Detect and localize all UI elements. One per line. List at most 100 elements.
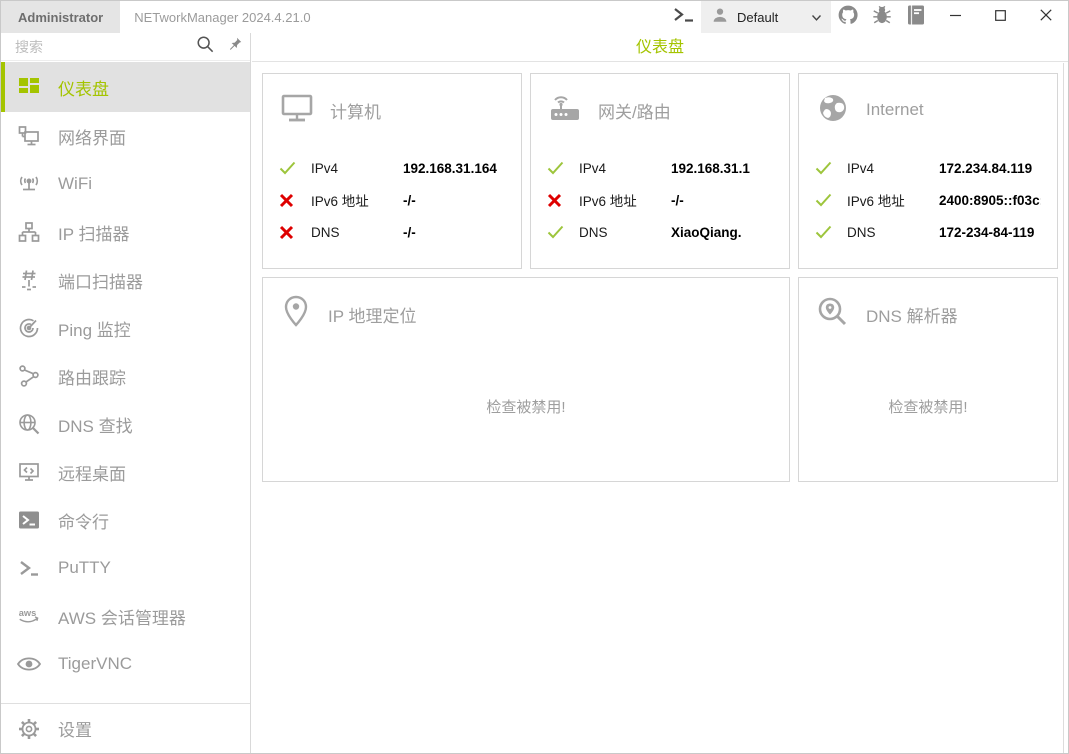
ping-monitor-icon [16,315,42,341]
gear-icon [16,716,42,742]
check-icon [279,161,299,175]
sidebar-item-dns-lookup[interactable]: DNS 查找 [1,400,250,448]
documentation-button[interactable] [899,1,933,33]
card-title: IP 地理定位 [328,302,416,327]
info-row: IPv4 192.168.31.1 [547,152,773,184]
info-row: IPv6 地址 -/- [279,184,505,216]
sidebar-item-label: TigerVNC [58,654,132,674]
titlebar: Administrator NETworkManager 2024.4.21.0… [1,1,1068,33]
profile-dropdown[interactable]: Default [701,1,831,33]
profile-selected-value: Default [737,10,804,25]
sidebar-item-label: 仪表盘 [58,75,109,100]
dashboard-icon [16,74,42,100]
check-icon [547,161,567,175]
dns-resolver-icon [815,294,851,335]
internet-card: Internet IPv4 172.234.84.119 IPv6 地址 240… [798,73,1058,269]
traceroute-icon [16,363,42,389]
search-input[interactable] [15,39,196,55]
bug-icon [871,4,893,31]
info-row: DNS XiaoQiang. [547,216,773,248]
remote-desktop-icon [16,459,42,485]
search-bar [1,33,250,61]
globe-icon [815,91,851,130]
sidebar-item-powershell[interactable]: 命令行 [1,496,250,544]
info-row: IPv6 地址 -/- [547,184,773,216]
sidebar-item-label: DNS 查找 [58,412,133,437]
sidebar-item-network-interface[interactable]: 网络界面 [1,112,250,160]
sidebar-item-port-scanner[interactable]: 端口扫描器 [1,256,250,304]
card-title: 计算机 [330,98,381,123]
check-disabled-message: 检查被禁用! [263,396,789,417]
maximize-button[interactable] [978,1,1023,33]
sidebar-item-traceroute[interactable]: 路由跟踪 [1,352,250,400]
minimize-button[interactable] [933,1,978,33]
app-title: NETworkManager 2024.4.21.0 [134,1,310,33]
sidebar-item-label: 远程桌面 [58,460,126,485]
sidebar-item-label: 端口扫描器 [58,268,143,293]
sidebar: 仪表盘 网络界面 WiFi IP 扫描器 [1,33,251,753]
sidebar-item-aws-session-manager[interactable]: aws AWS 会话管理器 [1,592,250,640]
sidebar-item-label: AWS 会话管理器 [58,604,186,629]
router-icon [547,91,583,130]
cross-icon [279,193,299,208]
card-title: DNS 解析器 [866,302,958,327]
search-icon[interactable] [196,35,214,58]
terminal-icon [673,7,695,28]
info-row: IPv4 172.234.84.119 [815,152,1041,184]
sidebar-item-label: 设置 [58,716,92,741]
location-pin-icon [279,294,313,335]
check-icon [815,225,835,239]
github-icon [837,4,859,31]
check-icon [547,225,567,239]
check-icon [815,161,835,175]
check-icon [815,193,835,207]
info-row: IPv4 192.168.31.164 [279,152,505,184]
sidebar-item-label: WiFi [58,174,92,194]
chevron-down-icon [812,8,821,26]
info-row: IPv6 地址 2400:8905::f03c: [815,184,1041,216]
terminal-button[interactable] [667,1,701,33]
svg-text:aws: aws [19,608,37,618]
sidebar-item-label: 网络界面 [58,124,126,149]
cross-icon [279,225,299,240]
close-button[interactable] [1023,1,1068,33]
maximize-icon [995,8,1006,26]
ip-geolocation-card: IP 地理定位 检查被禁用! [262,277,790,482]
wifi-icon [16,171,42,197]
close-icon [1040,8,1052,26]
aws-icon: aws [16,603,42,629]
page-title: 仪表盘 [252,33,1068,62]
sidebar-item-putty[interactable]: PuTTY [1,544,250,592]
person-icon [711,6,729,29]
sidebar-item-dashboard[interactable]: 仪表盘 [1,62,250,112]
card-title: 网关/路由 [598,98,671,123]
sidebar-item-settings[interactable]: 设置 [1,703,250,753]
sidebar-item-label: PuTTY [58,558,111,578]
pin-icon[interactable] [226,36,243,58]
book-icon [906,4,926,31]
sidebar-item-remote-desktop[interactable]: 远程桌面 [1,448,250,496]
dns-lookup-icon [16,411,42,437]
info-row: DNS 172-234-84-119 [815,216,1041,248]
bug-report-button[interactable] [865,1,899,33]
network-interface-icon [16,123,42,149]
ip-scanner-icon [16,219,42,245]
app-window: Administrator NETworkManager 2024.4.21.0… [0,0,1069,754]
sidebar-item-label: IP 扫描器 [58,220,129,245]
sidebar-item-ping-monitor[interactable]: Ping 监控 [1,304,250,352]
sidebar-item-tigervnc[interactable]: TigerVNC [1,640,250,688]
monitor-icon [279,91,315,130]
sidebar-item-ip-scanner[interactable]: IP 扫描器 [1,208,250,256]
card-title: Internet [866,100,924,120]
check-disabled-message: 检查被禁用! [799,396,1057,417]
main-area: 仪表盘 计算机 IPv4 192.168. [252,33,1068,753]
admin-badge: Administrator [1,1,120,33]
info-row: DNS -/- [279,216,505,248]
gateway-router-card: 网关/路由 IPv4 192.168.31.1 IPv6 地址 -/- [530,73,790,269]
sidebar-item-label: 路由跟踪 [58,364,126,389]
dns-resolver-card: DNS 解析器 检查被禁用! [798,277,1058,482]
github-button[interactable] [831,1,865,33]
minimize-icon [950,8,961,26]
port-scanner-icon [16,267,42,293]
sidebar-item-wifi[interactable]: WiFi [1,160,250,208]
